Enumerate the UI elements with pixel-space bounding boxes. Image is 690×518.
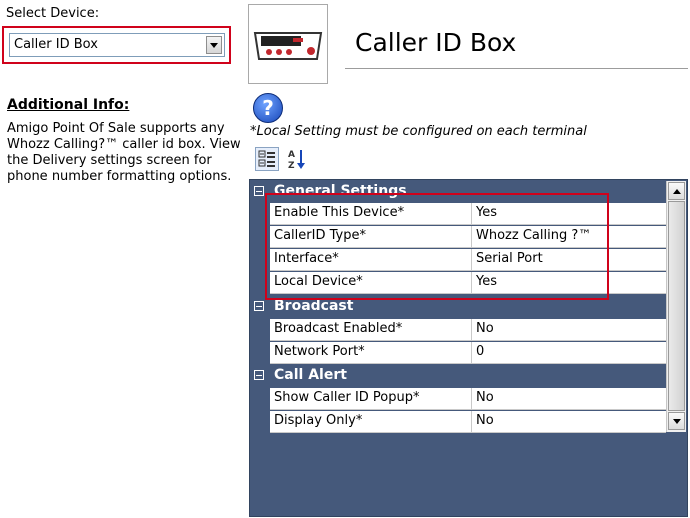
chevron-up-icon [672, 188, 681, 194]
vertical-scrollbar[interactable] [666, 181, 686, 432]
general-settings-highlight-box [265, 193, 609, 300]
property-row[interactable]: Show Caller ID Popup* No [270, 388, 666, 410]
property-row[interactable]: Network Port* 0 [270, 342, 666, 364]
collapse-toggle-icon[interactable] [254, 301, 264, 311]
device-title: Caller ID Box [355, 28, 517, 57]
property-name: Network Port* [270, 342, 472, 363]
property-name: Broadcast Enabled* [270, 319, 472, 340]
collapse-toggle-icon[interactable] [254, 186, 264, 196]
help-icon[interactable]: ? [253, 93, 283, 123]
categorized-view-button[interactable] [255, 147, 279, 171]
svg-text:A: A [288, 150, 295, 160]
property-value[interactable]: No [476, 321, 494, 336]
title-divider [345, 68, 688, 69]
device-image [248, 4, 328, 84]
category-label: Call Alert [274, 367, 347, 383]
property-row[interactable]: Display Only* No [270, 411, 666, 433]
select-highlight-box [2, 26, 231, 64]
caller-id-box-device-icon [253, 32, 323, 60]
scrollbar-thumb[interactable] [668, 201, 685, 411]
categorized-view-icon [258, 150, 275, 167]
property-name: Show Caller ID Popup* [270, 388, 472, 409]
chevron-down-icon [672, 418, 681, 424]
local-setting-note: *Local Setting must be configured on eac… [250, 124, 587, 139]
svg-text:Z: Z [288, 161, 295, 170]
select-device-label: Select Device: [6, 6, 100, 21]
scroll-down-button[interactable] [668, 412, 685, 430]
category-label: Broadcast [274, 298, 354, 314]
category-call-alert[interactable]: Call Alert [250, 365, 666, 387]
property-name: Display Only* [270, 411, 472, 432]
alphabetical-sort-button[interactable]: A Z [285, 147, 309, 171]
additional-info-title: Additional Info: [7, 97, 130, 113]
property-value[interactable]: No [476, 390, 494, 405]
collapse-toggle-icon[interactable] [254, 370, 264, 380]
additional-info-text: Amigo Point Of Sale supports any Whozz C… [7, 121, 241, 184]
property-row[interactable]: Broadcast Enabled* No [270, 319, 666, 341]
property-value[interactable]: No [476, 413, 494, 428]
alphabetical-sort-icon: A Z [288, 150, 305, 170]
property-value[interactable]: 0 [476, 344, 484, 359]
scroll-up-button[interactable] [668, 182, 685, 200]
